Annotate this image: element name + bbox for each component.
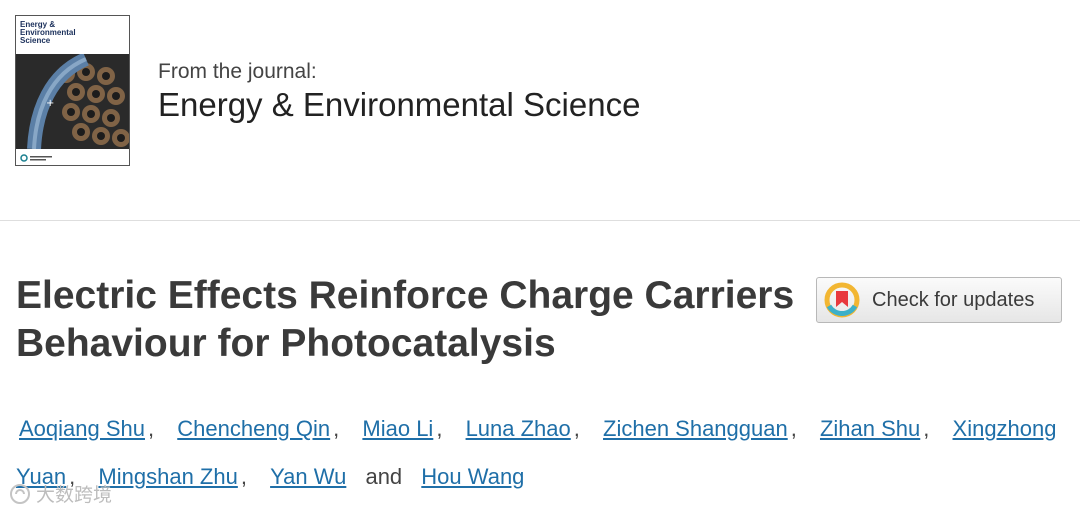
journal-cover-image[interactable]: Energy & Environmental Science + — [15, 15, 130, 166]
author-separator: , — [923, 416, 930, 441]
cover-artwork: + — [16, 54, 129, 149]
author-link[interactable]: Chencheng Qin — [174, 416, 333, 441]
author-separator: , — [573, 416, 580, 441]
author-link[interactable]: Yan Wu — [267, 464, 349, 489]
author-link[interactable]: Zichen Shangguan — [600, 416, 791, 441]
header-divider — [0, 220, 1080, 221]
cover-title: Energy & Environmental Science — [20, 20, 76, 45]
author-separator: , — [436, 416, 443, 441]
journal-name-link[interactable]: Energy & Environmental Science — [158, 86, 640, 124]
watermark-logo-icon — [10, 483, 30, 504]
journal-kicker: From the journal: — [158, 60, 317, 83]
author-link[interactable]: Miao Li — [359, 416, 436, 441]
check-for-updates-label: Check for updates — [872, 288, 1035, 311]
author-conjunction: and — [365, 464, 403, 489]
author-separator: , — [148, 416, 155, 441]
author-link[interactable]: Aoqiang Shu — [16, 416, 148, 441]
author-separator: , — [790, 416, 797, 441]
crossmark-icon — [824, 282, 860, 318]
cover-publisher-logo — [20, 154, 52, 162]
author-separator: , — [333, 416, 340, 441]
watermark-text: 大数跨境 — [36, 485, 113, 506]
author-link[interactable]: Zihan Shu — [817, 416, 923, 441]
author-link[interactable]: Mingshan Zhu — [95, 464, 240, 489]
author-list: Aoqiang Shu, Chencheng Qin, Miao Li, Lun… — [16, 405, 1066, 501]
author-link[interactable]: Luna Zhao — [463, 416, 574, 441]
article-title: Electric Effects Reinforce Charge Carrie… — [16, 274, 795, 365]
check-for-updates-button[interactable]: Check for updates — [816, 277, 1062, 323]
author-separator: , — [240, 464, 247, 489]
watermark: 大数跨境 — [8, 480, 112, 507]
svg-text:+: + — [46, 98, 54, 109]
author-link[interactable]: Hou Wang — [418, 464, 527, 489]
